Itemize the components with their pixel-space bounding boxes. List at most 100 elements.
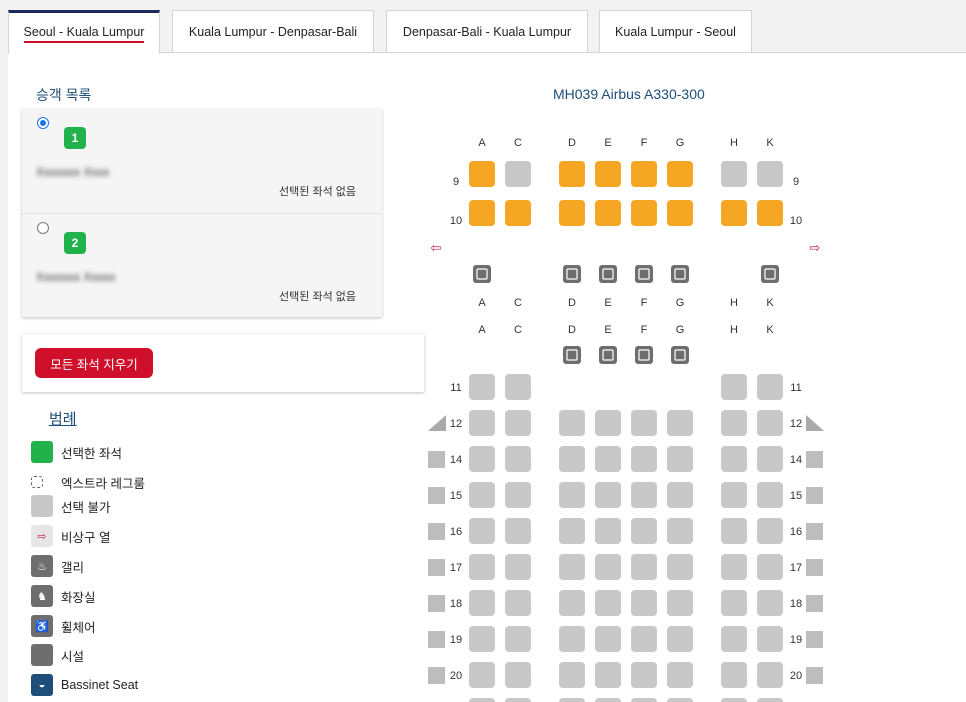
seat-17F (631, 554, 657, 580)
row-number-15: 15 (790, 490, 802, 502)
seat-12G (667, 410, 693, 436)
seat-16F (631, 518, 657, 544)
seat-10A[interactable] (469, 200, 495, 226)
seat-11H (721, 374, 747, 400)
column-label-c: C (514, 297, 522, 309)
galley-icon (563, 346, 581, 364)
seat-10H[interactable] (721, 200, 747, 226)
seat-9F[interactable] (631, 161, 657, 187)
seat-14F (631, 446, 657, 472)
seat-9D[interactable] (559, 161, 585, 187)
wing-marker-right (806, 523, 823, 540)
seat-17H (721, 554, 747, 580)
column-label-h: H (730, 297, 738, 309)
seat-12C (505, 410, 531, 436)
seat-10G[interactable] (667, 200, 693, 226)
row-number-11: 11 (790, 382, 801, 394)
seat-18K (757, 590, 783, 616)
seat-18F (631, 590, 657, 616)
seat-partial (595, 698, 621, 702)
seat-16K (757, 518, 783, 544)
galley-icon (671, 265, 689, 283)
lavatory-icon (761, 265, 779, 283)
exit-left-icon: ⇦ (431, 241, 442, 256)
row-number-12: 12 (790, 418, 802, 430)
seat-9A[interactable] (469, 161, 495, 187)
wing-marker-right (806, 487, 823, 504)
seat-12A (469, 410, 495, 436)
row-number-11: 11 (450, 382, 461, 394)
lavatory-icon (473, 265, 491, 283)
exit-right-icon: ⇨ (810, 241, 821, 256)
column-label-c: C (514, 324, 522, 336)
seat-12F (631, 410, 657, 436)
seat-14D (559, 446, 585, 472)
seat-10F[interactable] (631, 200, 657, 226)
seat-11C (505, 374, 531, 400)
tab-seoul-kuala-lumpur[interactable]: Seoul - Kuala Lumpur (8, 10, 160, 54)
wing-marker-right (806, 559, 823, 576)
seat-9E[interactable] (595, 161, 621, 187)
seat-17A (469, 554, 495, 580)
column-label-h: H (730, 324, 738, 336)
wing-marker-left (428, 559, 445, 576)
wing-marker-left (428, 487, 445, 504)
seat-19D (559, 626, 585, 652)
seat-18D (559, 590, 585, 616)
column-label-e: E (604, 297, 611, 309)
row-number-15: 15 (450, 490, 462, 502)
seat-16H (721, 518, 747, 544)
seat-15D (559, 482, 585, 508)
column-label-g: G (676, 324, 685, 336)
seat-10E[interactable] (595, 200, 621, 226)
row-number-19: 19 (450, 634, 462, 646)
seat-17E (595, 554, 621, 580)
seat-11A (469, 374, 495, 400)
seat-10C[interactable] (505, 200, 531, 226)
seat-15F (631, 482, 657, 508)
seat-16G (667, 518, 693, 544)
column-label-d: D (568, 137, 576, 149)
seat-18A (469, 590, 495, 616)
seat-9G[interactable] (667, 161, 693, 187)
seat-map: A C D E F G H K 9 9 10 10 ⇦ ⇨ A A C C D D E E F F G G H H K K 11 11 12 12… (428, 137, 824, 702)
wing-marker-right (806, 451, 823, 468)
wing-marker-left (428, 631, 445, 648)
seat-19G (667, 626, 693, 652)
seat-15K (757, 482, 783, 508)
seat-18E (595, 590, 621, 616)
row-number-14: 14 (790, 454, 802, 466)
column-label-k: K (766, 297, 774, 309)
seat-20G (667, 662, 693, 688)
row-number-20: 20 (450, 670, 462, 682)
seat-19C (505, 626, 531, 652)
seat-19F (631, 626, 657, 652)
seat-19E (595, 626, 621, 652)
seat-15A (469, 482, 495, 508)
column-label-f: F (641, 137, 648, 149)
seat-partial (667, 698, 693, 702)
seat-20H (721, 662, 747, 688)
row-number-16: 16 (790, 526, 802, 538)
wing-marker-left (428, 667, 445, 684)
wing-marker-left (428, 415, 446, 431)
seat-14H (721, 446, 747, 472)
seat-19H (721, 626, 747, 652)
column-label-k: K (766, 137, 774, 149)
seat-partial (631, 698, 657, 702)
seat-10D[interactable] (559, 200, 585, 226)
seat-20E (595, 662, 621, 688)
seat-14C (505, 446, 531, 472)
column-label-g: G (676, 297, 685, 309)
seat-12D (559, 410, 585, 436)
column-label-d: D (568, 324, 576, 336)
row-number-20: 20 (790, 670, 802, 682)
row-number-12: 12 (450, 418, 462, 430)
seat-9H (721, 161, 747, 187)
column-label-d: D (568, 297, 576, 309)
seat-18C (505, 590, 531, 616)
row-number-14: 14 (450, 454, 462, 466)
seat-10K[interactable] (757, 200, 783, 226)
column-label-f: F (641, 324, 648, 336)
tab-label: Seoul - Kuala Lumpur (23, 25, 145, 43)
